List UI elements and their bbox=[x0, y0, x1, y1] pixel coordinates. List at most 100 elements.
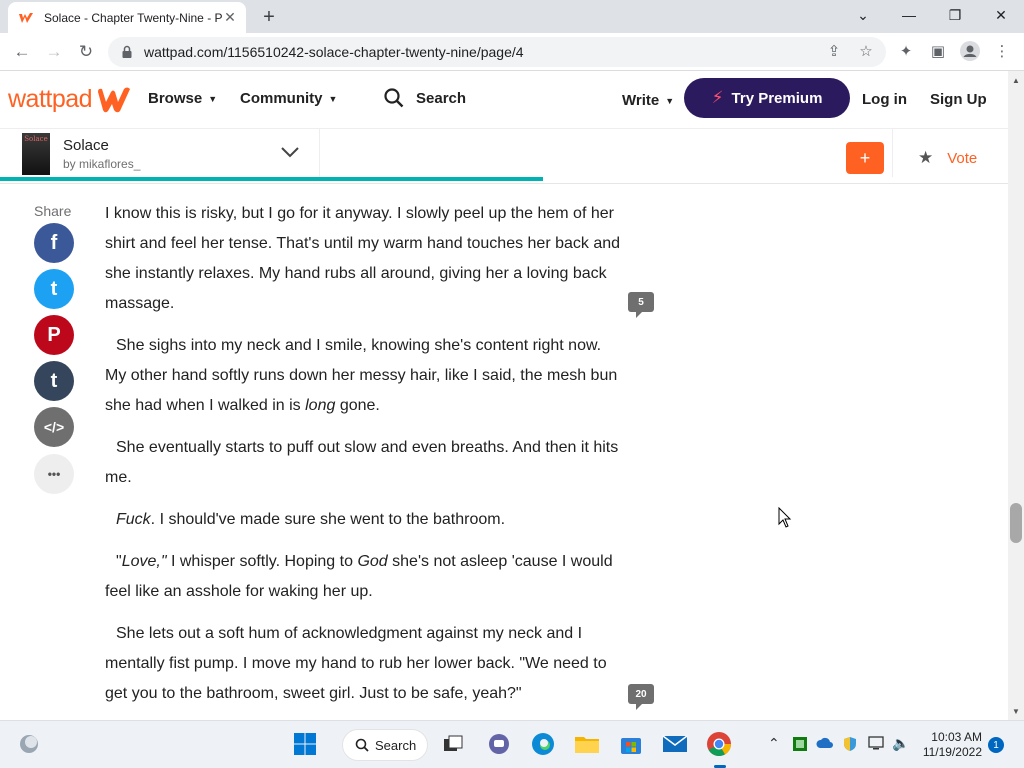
cover-title: Solace bbox=[24, 135, 48, 143]
teams-chat-icon[interactable] bbox=[486, 731, 512, 757]
caret-down-icon: ▼ bbox=[665, 95, 675, 106]
clock-date: 11/19/2022 bbox=[922, 745, 982, 759]
story-cover[interactable]: Solace bbox=[22, 133, 50, 175]
login-link[interactable]: Log in bbox=[862, 91, 907, 108]
wattpad-w-icon bbox=[98, 87, 131, 112]
taskbar-search[interactable]: Search bbox=[342, 729, 428, 761]
bookmark-star-icon[interactable]: ☆ bbox=[854, 39, 878, 63]
url-text: wattpad.com/1156510242-solace-chapter-tw… bbox=[144, 44, 524, 60]
windows-taskbar: Search ⌃ 🔈 10:03 AM 11/19/2022 1 bbox=[0, 720, 1024, 768]
onedrive-cloud-icon[interactable] bbox=[816, 736, 834, 753]
search-label: Search bbox=[416, 89, 467, 107]
story-bar: Solace Solace by mikaflores_ + ★ Vote bbox=[0, 129, 1008, 184]
facebook-share-icon[interactable]: f bbox=[34, 223, 74, 263]
show-hidden-icons-chevron-icon[interactable]: ⌃ bbox=[768, 735, 780, 752]
browser-tabstrip: Solace - Chapter Twenty-Nine - P ✕ + ⌄ —… bbox=[0, 0, 1024, 33]
reading-progress-bar bbox=[0, 177, 543, 181]
divider bbox=[892, 129, 893, 177]
vote-label: Vote bbox=[947, 149, 978, 167]
star-icon: ★ bbox=[918, 148, 934, 167]
tab-title: Solace - Chapter Twenty-Nine - P bbox=[44, 10, 222, 25]
premium-label: Try Premium bbox=[731, 89, 823, 107]
wattpad-favicon-icon bbox=[19, 12, 33, 23]
share-label: Share bbox=[34, 203, 72, 219]
scrollbar-thumb[interactable] bbox=[1010, 503, 1022, 543]
vote-button[interactable]: ★ Vote bbox=[918, 148, 977, 168]
chapter-text: I know this is risky, but I go for it an… bbox=[105, 199, 625, 721]
search-button[interactable]: Search bbox=[384, 88, 466, 108]
caret-down-icon: ▼ bbox=[208, 93, 218, 104]
add-to-list-button[interactable]: + bbox=[846, 142, 884, 174]
new-tab-button[interactable]: + bbox=[258, 6, 280, 28]
tab-close-icon[interactable]: ✕ bbox=[222, 9, 238, 25]
wattpad-logo[interactable]: wattpad bbox=[8, 85, 132, 114]
search-icon bbox=[355, 738, 369, 752]
caret-down-icon: ▼ bbox=[328, 93, 338, 104]
chrome-browser-icon[interactable] bbox=[706, 731, 732, 757]
embed-share-icon[interactable]: </> bbox=[34, 407, 74, 447]
browse-label: Browse bbox=[148, 90, 203, 107]
notification-badge[interactable]: 1 bbox=[988, 737, 1004, 753]
security-shield-icon[interactable] bbox=[842, 736, 858, 755]
signup-link[interactable]: Sign Up bbox=[930, 91, 987, 108]
chrome-menu-icon[interactable]: ⋮ bbox=[990, 39, 1014, 63]
inline-comment-badge[interactable]: 20 bbox=[628, 684, 654, 710]
back-arrow-icon[interactable]: ← bbox=[9, 39, 35, 65]
edge-browser-icon[interactable] bbox=[530, 731, 556, 757]
address-bar[interactable]: wattpad.com/1156510242-solace-chapter-tw… bbox=[108, 37, 886, 67]
tray-app-green-icon[interactable] bbox=[792, 736, 808, 755]
community-menu[interactable]: Community ▼ bbox=[240, 90, 337, 107]
widgets-icon[interactable] bbox=[16, 731, 42, 757]
write-menu[interactable]: Write ▼ bbox=[622, 92, 674, 109]
story-author[interactable]: by mikaflores_ bbox=[63, 157, 140, 171]
network-icon[interactable] bbox=[868, 735, 886, 754]
logo-text: wattpad bbox=[8, 85, 93, 113]
task-view-icon[interactable] bbox=[440, 731, 466, 757]
write-label: Write bbox=[622, 92, 660, 109]
profile-avatar-icon[interactable] bbox=[958, 39, 982, 63]
browser-tab[interactable]: Solace - Chapter Twenty-Nine - P ✕ bbox=[8, 2, 246, 33]
mouse-cursor-icon bbox=[778, 507, 792, 528]
scroll-down-arrow-icon[interactable]: ▼ bbox=[1008, 704, 1024, 718]
lock-icon bbox=[122, 45, 132, 58]
twitter-share-icon[interactable]: t bbox=[34, 269, 74, 309]
extensions-puzzle-icon[interactable]: ✦ bbox=[894, 39, 918, 63]
try-premium-button[interactable]: ⚡ Try Premium bbox=[684, 78, 850, 118]
community-label: Community bbox=[240, 90, 323, 107]
paragraph: She sighs into my neck and I smile, know… bbox=[105, 337, 618, 414]
microsoft-store-icon[interactable] bbox=[618, 731, 644, 757]
page-scrollbar[interactable] bbox=[1008, 71, 1024, 720]
browse-menu[interactable]: Browse ▼ bbox=[148, 90, 217, 107]
close-window-button[interactable]: ✕ bbox=[978, 0, 1024, 30]
lightning-icon: ⚡ bbox=[711, 88, 724, 107]
clock-time: 10:03 AM bbox=[931, 730, 982, 744]
divider bbox=[319, 129, 320, 177]
tumblr-share-icon[interactable]: t bbox=[34, 361, 74, 401]
restore-button[interactable]: ❐ bbox=[932, 0, 978, 30]
pinterest-share-icon[interactable]: P bbox=[34, 315, 74, 355]
system-clock[interactable]: 10:03 AM 11/19/2022 bbox=[922, 730, 982, 760]
chevron-down-icon[interactable] bbox=[280, 145, 300, 159]
file-explorer-icon[interactable] bbox=[574, 731, 600, 757]
paragraph: I know this is risky, but I go for it an… bbox=[105, 205, 621, 312]
side-panel-icon[interactable]: ▣ bbox=[926, 39, 950, 63]
paragraph: She lets out a soft hum of acknowledgmen… bbox=[105, 625, 607, 702]
search-icon bbox=[384, 88, 404, 108]
paragraph: "Love," I whisper softly. Hoping to God … bbox=[105, 553, 613, 600]
paragraph: Fuck. I should've made sure she went to … bbox=[116, 511, 506, 528]
browser-toolbar: ← → ↻ wattpad.com/1156510242-solace-chap… bbox=[0, 33, 1024, 71]
more-share-icon[interactable]: ••• bbox=[34, 454, 74, 494]
forward-arrow-icon[interactable]: → bbox=[41, 39, 67, 65]
tab-search-chevron-icon[interactable]: ⌄ bbox=[840, 0, 886, 30]
start-windows-icon[interactable] bbox=[292, 731, 318, 757]
inline-comment-badge[interactable]: 5 bbox=[628, 292, 654, 318]
volume-speaker-icon[interactable]: 🔈 bbox=[892, 735, 909, 752]
taskbar-search-label: Search bbox=[375, 737, 417, 753]
share-page-icon[interactable]: ⇪ bbox=[822, 39, 846, 63]
wattpad-header: wattpad Browse ▼ Community ▼ Search Write ▼… bbox=[0, 71, 1008, 129]
minimize-button[interactable]: — bbox=[886, 0, 932, 30]
scroll-up-arrow-icon[interactable]: ▲ bbox=[1008, 73, 1024, 87]
mail-icon[interactable] bbox=[662, 731, 688, 757]
reload-icon[interactable]: ↻ bbox=[73, 39, 99, 65]
story-title[interactable]: Solace bbox=[63, 137, 109, 154]
